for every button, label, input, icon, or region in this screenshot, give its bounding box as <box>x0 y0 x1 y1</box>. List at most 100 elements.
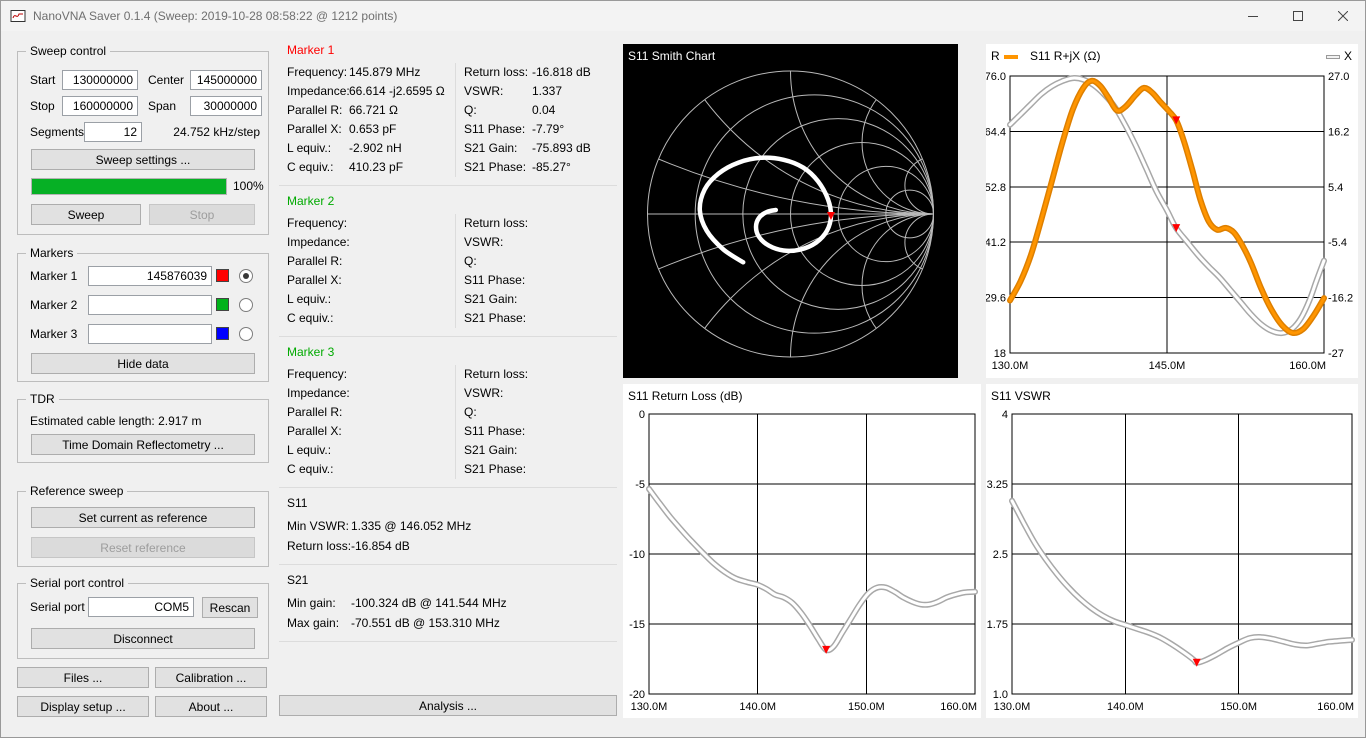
serial-port-label: Serial port <box>30 597 85 617</box>
data-row: Return loss:-16.818 dB <box>464 63 617 82</box>
field-label: S21 Phase: <box>464 309 532 328</box>
rescan-button[interactable]: Rescan <box>202 597 258 618</box>
field-value: 66.614 -j2.6595 Ω <box>349 82 445 101</box>
field-value: -85.27° <box>532 158 571 177</box>
sweep-settings-button[interactable]: Sweep settings ... <box>31 149 255 170</box>
set-reference-button[interactable]: Set current as reference <box>31 507 255 528</box>
data-row: Q: <box>464 403 617 422</box>
vswr-chart[interactable]: 43.252.51.751.0130.0M140.0M150.0M160.0M … <box>986 384 1358 718</box>
data-row: C equiv.:410.23 pF <box>287 158 455 177</box>
svg-text:76.0: 76.0 <box>986 71 1006 83</box>
span-label: Span <box>148 96 176 116</box>
field-value: -7.79° <box>532 120 564 139</box>
field-label: Parallel X: <box>287 120 349 139</box>
data-row: S11 Phase: <box>464 271 617 290</box>
tdr-button[interactable]: Time Domain Reflectometry ... <box>31 434 255 455</box>
maximize-button[interactable] <box>1275 1 1320 30</box>
field-label: Min gain: <box>287 593 351 613</box>
field-label: S21 Gain: <box>464 139 532 158</box>
return-loss-chart-title: S11 Return Loss (dB) <box>628 389 743 403</box>
stop-input[interactable] <box>62 96 138 116</box>
svg-text:1.0: 1.0 <box>993 689 1008 701</box>
return-loss-chart[interactable]: 0-5-10-15-20130.0M140.0M150.0M160.0M S11… <box>623 384 981 718</box>
marker3-section: Marker 3 Frequency:Impedance:Parallel R:… <box>279 337 617 488</box>
marker2-color-swatch[interactable] <box>216 298 229 311</box>
field-label: Return loss: <box>464 365 532 384</box>
rx-chart[interactable]: 76.064.452.841.229.61827.016.25.4-5.4-16… <box>986 44 1358 378</box>
field-value: -75.893 dB <box>532 139 591 158</box>
marker1-input[interactable] <box>88 266 212 286</box>
reset-reference-button[interactable]: Reset reference <box>31 537 255 558</box>
field-label: Parallel X: <box>287 271 349 290</box>
data-row: Parallel R:66.721 Ω <box>287 101 455 120</box>
reference-sweep-legend: Reference sweep <box>26 484 127 498</box>
field-value: 1.335 @ 146.052 MHz <box>351 516 471 536</box>
svg-text:64.4: 64.4 <box>986 126 1006 138</box>
marker1-radio[interactable] <box>239 269 253 283</box>
marker2-label: Marker 2 <box>30 295 77 315</box>
serial-port-group: Serial port control Serial port Rescan D… <box>17 583 269 659</box>
center-input[interactable] <box>190 70 262 90</box>
field-value: -2.902 nH <box>349 139 402 158</box>
segments-label: Segments <box>30 122 84 142</box>
svg-text:150.0M: 150.0M <box>848 701 885 713</box>
field-value: 410.23 pF <box>349 158 403 177</box>
span-input[interactable] <box>190 96 262 116</box>
window-title: NanoVNA Saver 0.1.4 (Sweep: 2019-10-28 0… <box>33 9 397 23</box>
field-value: 0.653 pF <box>349 120 396 139</box>
data-row: C equiv.: <box>287 309 455 328</box>
field-value: -16.854 dB <box>351 536 410 556</box>
svg-text:150.0M: 150.0M <box>1220 701 1257 713</box>
data-row: VSWR: <box>464 384 617 403</box>
close-button[interactable] <box>1320 1 1365 30</box>
disconnect-button[interactable]: Disconnect <box>31 628 255 649</box>
marker2-input[interactable] <box>88 295 212 315</box>
app-window: NanoVNA Saver 0.1.4 (Sweep: 2019-10-28 0… <box>0 0 1366 738</box>
svg-text:130.0M: 130.0M <box>994 701 1031 713</box>
field-label: Parallel R: <box>287 101 349 120</box>
minimize-button[interactable] <box>1230 1 1275 30</box>
s11-summary-title: S11 <box>287 496 617 510</box>
svg-text:140.0M: 140.0M <box>739 701 776 713</box>
field-label: S21 Gain: <box>464 441 532 460</box>
svg-text:160.0M: 160.0M <box>1289 360 1326 372</box>
about-button[interactable]: About ... <box>155 696 267 717</box>
field-label: VSWR: <box>464 82 532 101</box>
start-input[interactable] <box>62 70 138 90</box>
vswr-chart-title: S11 VSWR <box>991 389 1051 403</box>
field-label: Q: <box>464 101 532 120</box>
svg-text:-15: -15 <box>629 619 645 631</box>
segments-input[interactable] <box>84 122 142 142</box>
marker-data-panel: Marker 1 Frequency:145.879 MHzImpedance:… <box>279 35 617 642</box>
field-label: C equiv.: <box>287 309 349 328</box>
window-controls <box>1230 1 1365 30</box>
data-row: Min VSWR:1.335 @ 146.052 MHz <box>279 516 617 536</box>
svg-text:-10: -10 <box>629 549 645 561</box>
display-setup-button[interactable]: Display setup ... <box>17 696 149 717</box>
marker3-input[interactable] <box>88 324 212 344</box>
svg-text:0: 0 <box>639 409 645 421</box>
s11-summary-section: S11 Min VSWR:1.335 @ 146.052 MHzReturn l… <box>279 488 617 565</box>
hide-data-button[interactable]: Hide data <box>31 353 255 374</box>
field-value: 1.337 <box>532 82 562 101</box>
marker3-color-swatch[interactable] <box>216 327 229 340</box>
data-row: S11 Phase:-7.79° <box>464 120 617 139</box>
field-label: Max gain: <box>287 613 351 633</box>
marker2-radio[interactable] <box>239 298 253 312</box>
files-button[interactable]: Files ... <box>17 667 149 688</box>
marker1-color-swatch[interactable] <box>216 269 229 282</box>
calibration-button[interactable]: Calibration ... <box>155 667 267 688</box>
serial-port-input[interactable] <box>88 597 194 617</box>
data-row: Return loss: <box>464 214 617 233</box>
analysis-button[interactable]: Analysis ... <box>279 695 617 716</box>
app-icon <box>10 8 26 24</box>
data-row: S21 Gain: <box>464 290 617 309</box>
stop-label: Stop <box>30 96 55 116</box>
marker3-radio[interactable] <box>239 327 253 341</box>
stop-button[interactable]: Stop <box>149 204 255 225</box>
svg-text:130.0M: 130.0M <box>631 701 668 713</box>
svg-text:4: 4 <box>1002 409 1008 421</box>
smith-chart[interactable]: S11 Smith Chart <box>623 44 958 378</box>
sweep-button[interactable]: Sweep <box>31 204 141 225</box>
data-row: Return loss:-16.854 dB <box>279 536 617 556</box>
